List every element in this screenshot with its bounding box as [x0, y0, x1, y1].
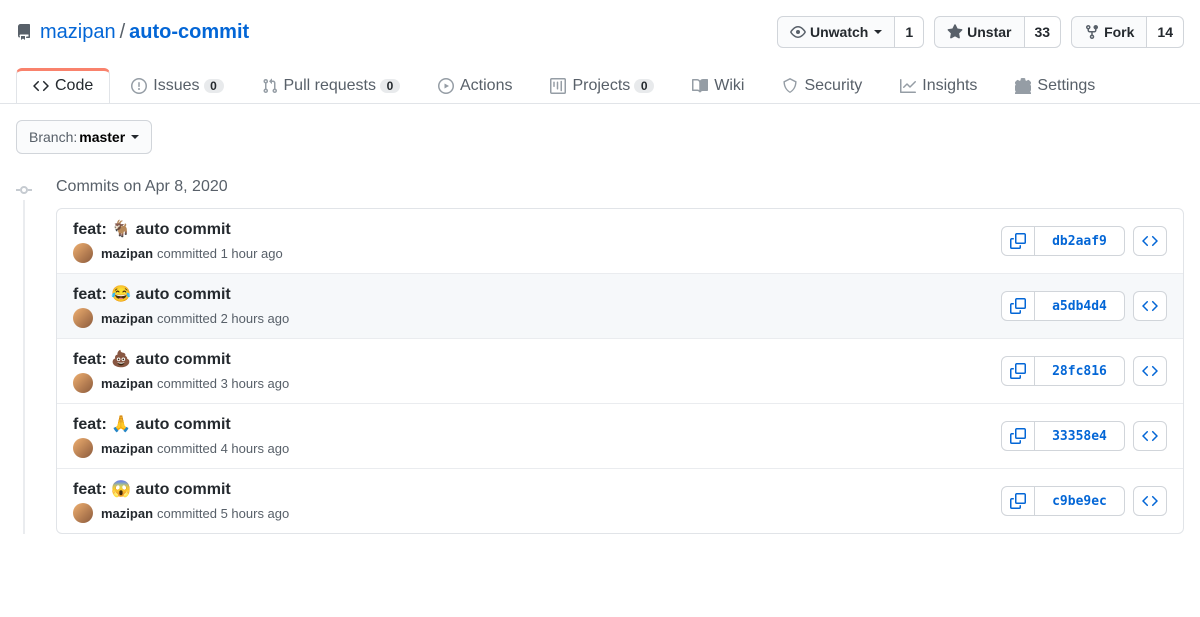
star-group: Unstar 33	[934, 16, 1061, 48]
browse-code-button[interactable]	[1133, 226, 1167, 256]
star-count[interactable]: 33	[1025, 16, 1062, 48]
browse-code-button[interactable]	[1133, 356, 1167, 386]
issue-icon	[131, 78, 147, 94]
commits-list: feat: 🐐 auto commit mazipan committed 1 …	[56, 208, 1184, 534]
commit-sha-link[interactable]: 33358e4	[1035, 421, 1125, 451]
fork-count[interactable]: 14	[1147, 16, 1184, 48]
commit-time: committed 4 hours ago	[157, 441, 289, 456]
separator: /	[120, 21, 126, 44]
commit-author[interactable]: mazipan	[101, 246, 153, 261]
issues-count: 0	[204, 79, 224, 93]
commit-row: feat: 🙏 auto commit mazipan committed 4 …	[57, 403, 1183, 468]
branch-select-button[interactable]: Branch: master	[16, 120, 152, 154]
browse-code-button[interactable]	[1133, 486, 1167, 516]
pulls-count: 0	[380, 79, 400, 93]
graph-icon	[900, 78, 916, 94]
copy-sha-button[interactable]	[1001, 226, 1035, 256]
book-icon	[692, 78, 708, 94]
commit-author[interactable]: mazipan	[101, 441, 153, 456]
unwatch-button[interactable]: Unwatch	[777, 16, 895, 48]
avatar[interactable]	[73, 438, 93, 458]
repo-nav: Code Issues 0 Pull requests 0 Actions Pr…	[0, 68, 1200, 104]
copy-sha-button[interactable]	[1001, 421, 1035, 451]
copy-sha-button[interactable]	[1001, 356, 1035, 386]
commit-title[interactable]: feat: 😂 auto commit	[73, 284, 1001, 304]
tab-pulls[interactable]: Pull requests 0	[245, 68, 418, 103]
watch-count[interactable]: 1	[895, 16, 924, 48]
repo-owner-link[interactable]: mazipan	[40, 21, 116, 44]
watch-group: Unwatch 1	[777, 16, 924, 48]
play-icon	[438, 78, 454, 94]
commit-author[interactable]: mazipan	[101, 376, 153, 391]
tab-wiki[interactable]: Wiki	[675, 68, 761, 103]
commit-marker-icon	[16, 182, 32, 201]
code-icon	[33, 78, 49, 94]
avatar[interactable]	[73, 503, 93, 523]
commit-author[interactable]: mazipan	[101, 311, 153, 326]
browse-code-button[interactable]	[1133, 291, 1167, 321]
gear-icon	[1015, 78, 1031, 94]
pull-request-icon	[262, 78, 278, 94]
commit-sha-link[interactable]: db2aaf9	[1035, 226, 1125, 256]
repo-name-link[interactable]: auto-commit	[129, 21, 249, 44]
copy-sha-button[interactable]	[1001, 291, 1035, 321]
commit-author[interactable]: mazipan	[101, 506, 153, 521]
fork-button[interactable]: Fork	[1071, 16, 1147, 48]
eye-icon	[790, 24, 806, 40]
avatar[interactable]	[73, 243, 93, 263]
commit-time: committed 1 hour ago	[157, 246, 283, 261]
commit-time: committed 2 hours ago	[157, 311, 289, 326]
timeline-line	[23, 200, 25, 534]
copy-sha-button[interactable]	[1001, 486, 1035, 516]
commit-row: feat: 🐐 auto commit mazipan committed 1 …	[57, 209, 1183, 273]
commit-sha-link[interactable]: a5db4d4	[1035, 291, 1125, 321]
fork-icon	[1084, 24, 1100, 40]
tab-actions[interactable]: Actions	[421, 68, 529, 103]
tab-issues[interactable]: Issues 0	[114, 68, 240, 103]
commit-row: feat: 😂 auto commit mazipan committed 2 …	[57, 273, 1183, 338]
browse-code-button[interactable]	[1133, 421, 1167, 451]
commit-title[interactable]: feat: 😱 auto commit	[73, 479, 1001, 499]
tab-security[interactable]: Security	[765, 68, 879, 103]
star-icon	[947, 24, 963, 40]
avatar[interactable]	[73, 308, 93, 328]
commit-row: feat: 💩 auto commit mazipan committed 3 …	[57, 338, 1183, 403]
avatar[interactable]	[73, 373, 93, 393]
fork-group: Fork 14	[1071, 16, 1184, 48]
commits-date-heading: Commits on Apr 8, 2020	[56, 178, 1184, 196]
shield-icon	[782, 78, 798, 94]
commit-title[interactable]: feat: 🙏 auto commit	[73, 414, 1001, 434]
unstar-button[interactable]: Unstar	[934, 16, 1024, 48]
tab-insights[interactable]: Insights	[883, 68, 994, 103]
commit-title[interactable]: feat: 🐐 auto commit	[73, 219, 1001, 239]
tab-settings[interactable]: Settings	[998, 68, 1112, 103]
tab-code[interactable]: Code	[16, 68, 110, 103]
caret-down-icon	[874, 30, 882, 34]
repo-icon	[16, 24, 32, 40]
project-icon	[550, 78, 566, 94]
projects-count: 0	[634, 79, 654, 93]
commit-sha-link[interactable]: c9be9ec	[1035, 486, 1125, 516]
commit-row: feat: 😱 auto commit mazipan committed 5 …	[57, 468, 1183, 533]
repo-title: mazipan / auto-commit	[16, 21, 777, 44]
tab-projects[interactable]: Projects 0	[533, 68, 671, 103]
commit-time: committed 3 hours ago	[157, 376, 289, 391]
commit-title[interactable]: feat: 💩 auto commit	[73, 349, 1001, 369]
commit-sha-link[interactable]: 28fc816	[1035, 356, 1125, 386]
caret-down-icon	[131, 135, 139, 139]
commit-time: committed 5 hours ago	[157, 506, 289, 521]
